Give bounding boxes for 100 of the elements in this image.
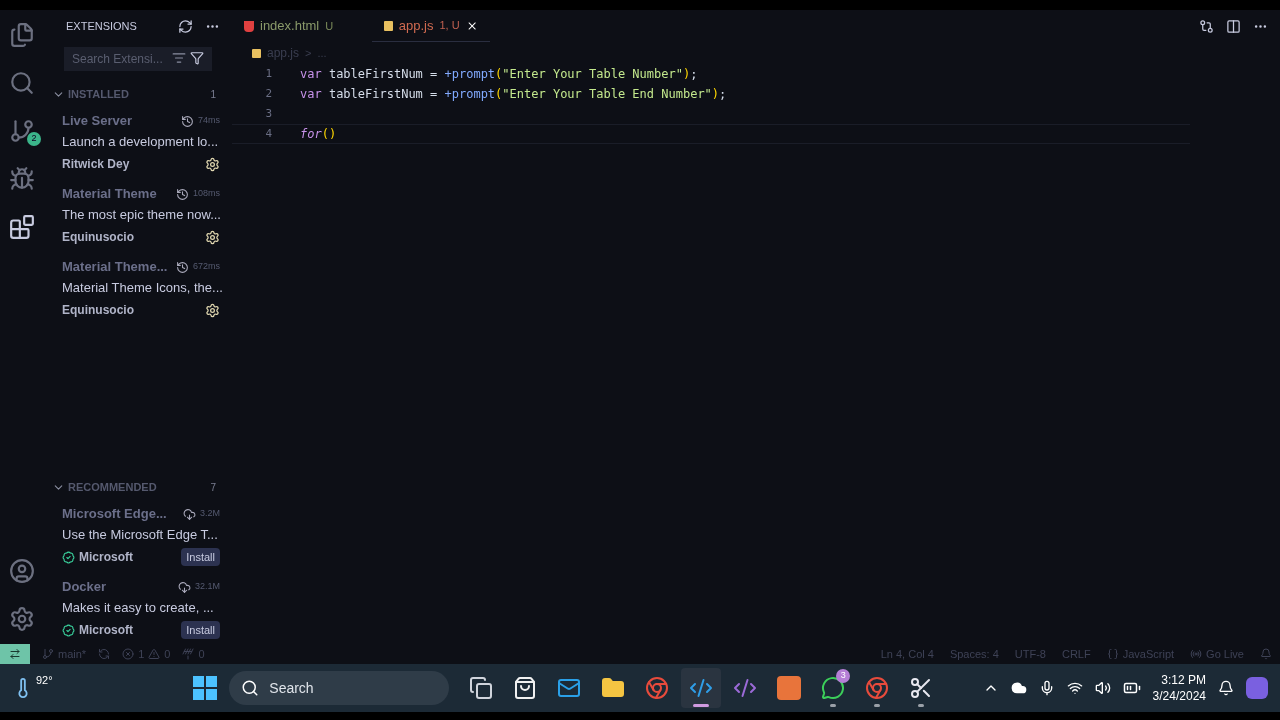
cloud-icon[interactable] xyxy=(1010,680,1027,696)
code-editor-icon[interactable] xyxy=(689,676,714,700)
history-icon xyxy=(176,187,189,201)
colorful-app-icon[interactable] xyxy=(1246,677,1268,699)
js-file-icon xyxy=(384,20,393,31)
app-tile-icon[interactable] xyxy=(777,676,802,700)
branch-icon[interactable] xyxy=(9,118,35,144)
temperature: 92° xyxy=(36,672,53,688)
extension-description: Use the Microsoft Edge T... xyxy=(62,526,219,544)
run-debug-icon[interactable] xyxy=(9,166,35,192)
go-live[interactable]: Go Live xyxy=(1206,645,1244,663)
filter-icon[interactable] xyxy=(190,51,204,65)
language-mode[interactable]: JavaScript xyxy=(1122,645,1175,663)
extension-name[interactable]: Material Theme xyxy=(62,184,157,204)
section-header[interactable]: INSTALLED 1 xyxy=(44,83,232,105)
extension-name[interactable]: Docker xyxy=(62,577,107,597)
editor-tab[interactable]: app.js 1, U xyxy=(372,10,490,42)
ports-count[interactable]: 0 xyxy=(198,645,205,663)
error-icon xyxy=(122,648,135,660)
history-icon xyxy=(181,114,194,128)
broadcast-icon xyxy=(1190,648,1203,660)
section-header[interactable]: RECOMMENDED 7 xyxy=(44,476,232,498)
notification-badge: 2 xyxy=(27,132,41,146)
section-count: 7 xyxy=(210,480,216,495)
extension-description: Makes it easy to create, ... xyxy=(62,599,215,617)
extension-name[interactable]: Material Theme... xyxy=(62,257,168,277)
bag-icon[interactable] xyxy=(513,676,538,700)
section-title: RECOMMENDED xyxy=(68,479,157,495)
tab-label: app.js xyxy=(398,16,434,35)
encoding[interactable]: UTF-8 xyxy=(1014,645,1046,663)
warning-count[interactable]: 0 xyxy=(164,645,171,663)
bell-icon[interactable] xyxy=(1218,680,1234,696)
extension-publisher: Equinusocio xyxy=(62,302,134,319)
compare-icon[interactable] xyxy=(1199,18,1214,34)
files-icon[interactable] xyxy=(9,22,35,48)
clock-time[interactable]: 3:12 PM xyxy=(1161,672,1206,688)
mail-icon[interactable] xyxy=(557,676,582,700)
taskbar-search-field[interactable]: Search xyxy=(229,671,450,705)
remote-button[interactable] xyxy=(0,644,30,664)
clock-date[interactable]: 3/24/2024 xyxy=(1152,688,1206,704)
branch-icon xyxy=(42,648,54,660)
settings-icon[interactable] xyxy=(9,606,35,632)
cloud-download-icon xyxy=(183,507,196,521)
line-number: 2 xyxy=(264,85,272,102)
extension-publisher: Equinusocio xyxy=(62,229,134,246)
history-icon xyxy=(176,260,189,274)
extension-stat: 32.1M xyxy=(195,580,220,594)
wifi-icon[interactable] xyxy=(1066,680,1083,696)
code-line: for() xyxy=(300,126,337,143)
refresh-icon[interactable] xyxy=(178,18,193,34)
section-title: INSTALLED xyxy=(68,86,129,102)
cloud-download-icon xyxy=(178,580,191,594)
js-file-icon xyxy=(252,48,261,58)
line-number: 3 xyxy=(264,105,272,122)
folder-icon[interactable] xyxy=(601,676,626,700)
tab-label: index.html xyxy=(260,17,320,36)
install-button[interactable]: Install xyxy=(181,620,220,640)
line-number: 4 xyxy=(264,125,272,142)
install-button[interactable]: Install xyxy=(181,547,220,567)
list-filter-icon[interactable] xyxy=(172,51,186,65)
extension-publisher: Microsoft xyxy=(79,549,133,566)
code-icon[interactable] xyxy=(733,676,758,700)
search-icon[interactable] xyxy=(9,70,35,96)
extension-stat: 108ms xyxy=(193,187,220,201)
extension-description: Material Theme Icons, the... xyxy=(62,279,220,297)
code-line: var tableFirstNum = +prompt("Enter Your Table Number"); xyxy=(300,66,698,83)
extension-stat: 672ms xyxy=(193,260,220,274)
extension-publisher: Ritwick Dey xyxy=(62,156,130,173)
breadcrumb-separator: > xyxy=(305,45,312,61)
volume-icon[interactable] xyxy=(1094,680,1111,696)
warning-icon xyxy=(148,648,161,660)
braces-icon xyxy=(1106,648,1119,660)
line-ending[interactable]: CRLF xyxy=(1062,645,1091,663)
remote-icon xyxy=(9,648,21,660)
extension-description: Launch a development lo... xyxy=(62,133,220,151)
gear-icon[interactable] xyxy=(205,156,220,172)
search-field[interactable]: Search Extensi... xyxy=(64,47,212,71)
extension-publisher: Microsoft xyxy=(79,622,133,639)
gear-icon[interactable] xyxy=(205,229,220,245)
notification-badge: 3 xyxy=(836,669,851,683)
section-count: 1 xyxy=(210,87,216,102)
sidebar-title: EXTENSIONS xyxy=(66,18,137,34)
extension-name[interactable]: Live Server xyxy=(62,111,133,131)
line-number: 1 xyxy=(264,65,272,82)
account-icon[interactable] xyxy=(9,558,35,584)
html-file-icon xyxy=(244,20,254,32)
extension-name[interactable]: Microsoft Edge... xyxy=(62,504,167,524)
split-editor-icon[interactable] xyxy=(1226,18,1241,34)
search-icon xyxy=(241,679,260,697)
ports-icon xyxy=(182,648,195,660)
gear-icon[interactable] xyxy=(205,302,220,318)
chat-icon[interactable] xyxy=(821,676,846,700)
code-line: var tableFirstNum = +prompt("Enter Your Table End Number"); xyxy=(300,86,727,103)
editor-tab[interactable]: index.html U xyxy=(232,10,360,42)
extension-stat: 3.2M xyxy=(200,507,220,521)
tab-status: U xyxy=(325,18,334,34)
tab-status: 1, U xyxy=(439,18,460,34)
start-icon[interactable] xyxy=(193,676,218,700)
extensions-icon[interactable] xyxy=(9,214,35,240)
extension-stat: 74ms xyxy=(198,114,220,128)
